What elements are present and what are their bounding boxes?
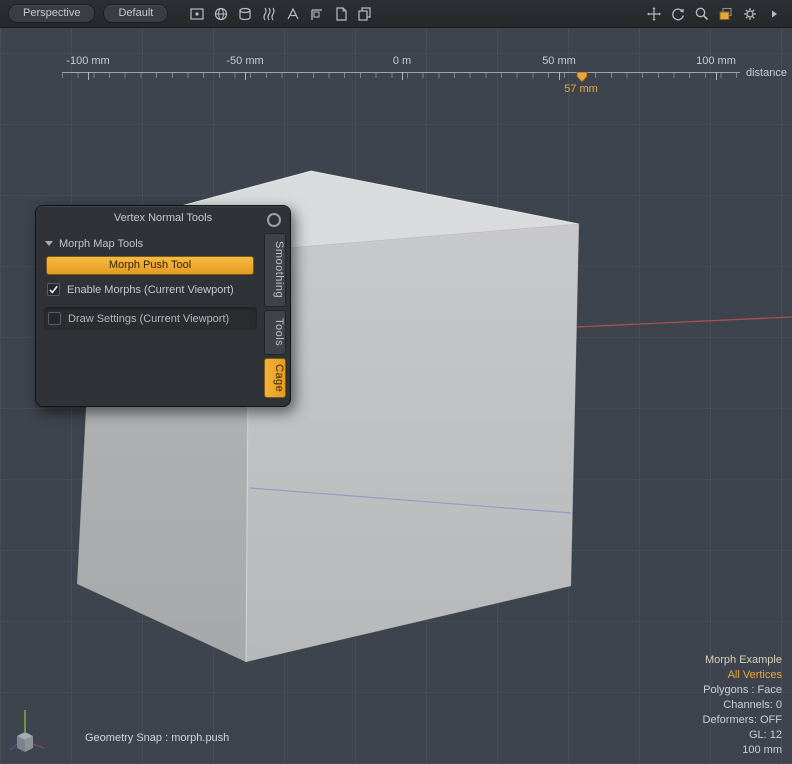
slip-icon[interactable] bbox=[282, 5, 303, 22]
3d-viewport[interactable]: -100 mm -50 mm 0 m 50 mm 100 mm distance… bbox=[0, 28, 792, 764]
pan-icon[interactable] bbox=[643, 5, 664, 22]
ruler-tick-label: -50 mm bbox=[226, 55, 263, 67]
enable-morphs-checkbox[interactable] bbox=[47, 283, 60, 296]
ruler-major-tick bbox=[716, 72, 717, 80]
ruler-major-tick bbox=[88, 72, 89, 80]
panel-pin-button[interactable] bbox=[267, 213, 281, 227]
cube-right-face bbox=[246, 224, 579, 662]
gl-count: GL: 12 bbox=[703, 728, 782, 743]
mirror-icon[interactable] bbox=[354, 5, 375, 22]
tab-cage[interactable]: Cage bbox=[264, 358, 286, 398]
snap-status-text: Geometry Snap : morph.push bbox=[85, 732, 229, 744]
ruler-tick-label: -100 mm bbox=[66, 55, 109, 67]
morph-map-tools-section[interactable]: Morph Map Tools bbox=[45, 235, 256, 252]
ruler-marker-value: 57 mm bbox=[564, 83, 598, 95]
grid-size: 100 mm bbox=[703, 743, 782, 758]
chevron-down-icon bbox=[45, 241, 53, 246]
draw-settings-checkbox[interactable] bbox=[48, 312, 61, 325]
checkmark-icon bbox=[48, 284, 59, 295]
selection-mode: All Vertices bbox=[703, 668, 782, 683]
maximize-icon[interactable] bbox=[715, 5, 736, 22]
viewport-info-block: Morph Example All Vertices Polygons : Fa… bbox=[703, 653, 782, 758]
top-toolbar: Perspective Default bbox=[0, 0, 792, 28]
axis-gizmo-icon bbox=[6, 704, 52, 760]
ruler-minor-ticks bbox=[62, 73, 740, 78]
ruler-axis-label: distance bbox=[746, 67, 787, 79]
perspective-dropdown[interactable]: Perspective bbox=[8, 4, 95, 23]
more-arrow-icon[interactable] bbox=[763, 5, 784, 22]
ruler-marker-handle[interactable] bbox=[576, 72, 588, 83]
settings-gear-icon[interactable] bbox=[739, 5, 760, 22]
zoom-icon[interactable] bbox=[691, 5, 712, 22]
tab-tools[interactable]: Tools bbox=[264, 310, 286, 355]
tab-smoothing[interactable]: Smoothing bbox=[264, 233, 286, 307]
ruler-tick-label: 100 mm bbox=[696, 55, 736, 67]
draw-settings-row: Draw Settings (Current Viewport) bbox=[44, 307, 257, 330]
distance-ruler[interactable]: -100 mm -50 mm 0 m 50 mm 100 mm distance… bbox=[0, 28, 792, 103]
draw-settings-label: Draw Settings (Current Viewport) bbox=[68, 313, 229, 325]
ruler-tick-label: 50 mm bbox=[542, 55, 576, 67]
enable-morphs-label: Enable Morphs (Current Viewport) bbox=[67, 284, 234, 296]
x-axis-line bbox=[575, 317, 792, 327]
uv-view-icon[interactable] bbox=[330, 5, 351, 22]
deformers-status: Deformers: OFF bbox=[703, 713, 782, 728]
polygons-type: Polygons : Face bbox=[703, 683, 782, 698]
ruler-major-tick bbox=[559, 72, 560, 80]
vertex-normal-tools-panel: Vertex Normal Tools Morph Map Tools Morp… bbox=[35, 205, 291, 407]
mesh-name: Morph Example bbox=[703, 653, 782, 668]
workplane-icon[interactable] bbox=[306, 5, 327, 22]
view-preset-dropdown[interactable]: Default bbox=[103, 4, 168, 23]
ruler-major-tick bbox=[402, 72, 403, 80]
ruler-major-tick bbox=[245, 72, 246, 80]
enable-morphs-row: Enable Morphs (Current Viewport) bbox=[47, 283, 234, 296]
ruler-tick-label: 0 m bbox=[393, 55, 411, 67]
panel-title: Vertex Normal Tools bbox=[36, 206, 290, 230]
symmetry-icon[interactable] bbox=[234, 5, 255, 22]
channels-count: Channels: 0 bbox=[703, 698, 782, 713]
view-control-group bbox=[643, 5, 784, 22]
tool-icon-group bbox=[186, 5, 375, 22]
action-center-icon[interactable] bbox=[186, 5, 207, 22]
morph-push-tool-button[interactable]: Morph Push Tool bbox=[46, 256, 254, 275]
falloff-icon[interactable] bbox=[210, 5, 231, 22]
snapping-icon[interactable] bbox=[258, 5, 279, 22]
rotate-icon[interactable] bbox=[667, 5, 688, 22]
section-label: Morph Map Tools bbox=[59, 238, 143, 250]
